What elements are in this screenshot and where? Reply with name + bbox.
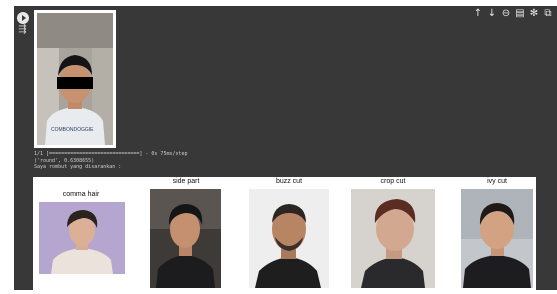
recommendation-title: comma hair [62, 191, 100, 198]
comment-icon[interactable]: ▤ [515, 8, 525, 20]
link-icon[interactable]: ⊖ [501, 8, 511, 20]
comma-hair-photo [39, 202, 125, 274]
output-toggle-icon[interactable]: ⇶ [17, 25, 28, 35]
recommendation-title: crop cut [380, 178, 406, 185]
recommendation-title: buzz cut [275, 178, 303, 185]
copy-icon[interactable]: ⧉ [543, 8, 553, 20]
recommendation-title: side part [172, 178, 200, 185]
crop-cut-photo [351, 189, 435, 288]
console-line-suggestion: Saya rombut yang disarankan : [34, 164, 122, 170]
censor-bar [57, 77, 93, 89]
console-line-progress: 1/1 [==============================] - 0… [34, 151, 188, 157]
window-top-border [0, 0, 557, 6]
input-photo: COMBONDOGGIE [34, 10, 116, 148]
buzz-cut-photo [249, 189, 329, 288]
arrow-up-icon[interactable]: ↑ [473, 8, 483, 20]
side-part-photo [150, 189, 221, 288]
recommendation-panel: comma hair side part buzz cut crop cut i… [33, 177, 536, 292]
window-left-border [0, 0, 14, 294]
recommendation-title: ivy cut [487, 178, 507, 185]
console-output: 1/1 [==============================] - 0… [34, 151, 188, 171]
svg-text:COMBONDOGGIE: COMBONDOGGIE [51, 127, 94, 133]
ivy-cut-photo [461, 189, 533, 288]
cell-toolbar: ↑ ↓ ⊖ ▤ ✻ ⧉ [473, 8, 553, 20]
gear-icon[interactable]: ✻ [529, 8, 539, 20]
arrow-down-icon[interactable]: ↓ [487, 8, 497, 20]
run-cell-button[interactable] [17, 12, 29, 24]
